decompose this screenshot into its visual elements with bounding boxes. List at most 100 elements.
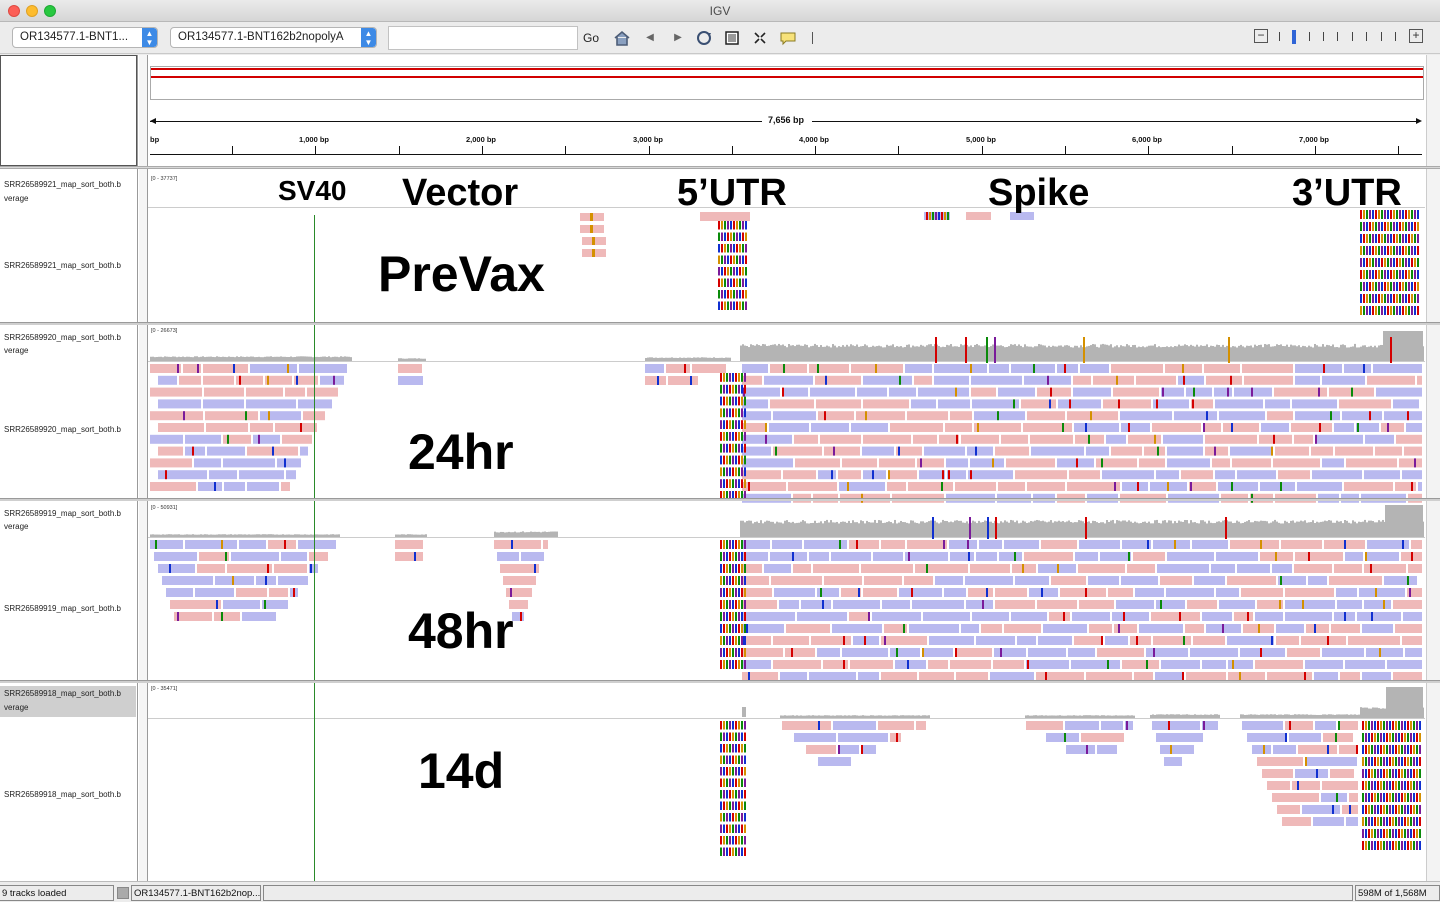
popup-info-icon[interactable] — [779, 30, 797, 46]
coverage-bar — [854, 522, 856, 537]
locus-input[interactable] — [388, 26, 578, 50]
mismatch-mark — [1368, 745, 1370, 754]
coverage-baseline — [148, 718, 1425, 719]
resize-to-window-icon[interactable] — [724, 30, 740, 46]
coverage-bar — [896, 715, 898, 718]
coverage-bar — [290, 356, 292, 361]
track-name-coverage[interactable]: SRR26589918_map_sort_both.b — [0, 686, 136, 702]
mismatch-mark — [1386, 817, 1388, 826]
coverage-bar — [828, 522, 830, 537]
aligned-read — [890, 423, 943, 432]
mismatch-mark — [1366, 282, 1368, 291]
mismatch-mark — [1390, 306, 1392, 315]
mismatch-mark — [1389, 793, 1391, 802]
mismatch-mark — [1168, 721, 1170, 730]
mismatch-mark — [1404, 805, 1406, 814]
aligned-read — [922, 648, 953, 657]
aligned-read — [668, 376, 698, 385]
track-name-coverage-suffix[interactable]: verage — [4, 522, 136, 531]
mismatch-mark — [926, 212, 928, 220]
coverage-bar — [250, 534, 252, 537]
mismatch-mark — [1377, 733, 1379, 742]
mismatch-mark — [1401, 841, 1403, 850]
coverage-bar — [1018, 344, 1020, 361]
aligned-read — [205, 411, 258, 421]
mismatch-mark — [1297, 781, 1299, 790]
mismatch-mark — [729, 813, 731, 822]
track-name-reads[interactable]: SRR26589919_map_sort_both.b — [4, 604, 136, 613]
mismatch-mark — [791, 648, 793, 657]
go-button[interactable]: Go — [583, 31, 599, 45]
aligned-read — [881, 540, 905, 549]
track-name-coverage[interactable]: SRR26589920_map_sort_both.b — [4, 333, 136, 342]
mismatch-mark — [1408, 282, 1410, 291]
mismatch-mark — [1190, 482, 1192, 491]
coverage-bar — [1268, 344, 1270, 361]
aligned-read — [231, 552, 279, 561]
aligned-read — [1375, 446, 1402, 456]
track-name-coverage-suffix[interactable]: verage — [4, 194, 136, 203]
coverage-bar — [792, 715, 794, 718]
coverage-bar — [1206, 714, 1208, 718]
aligned-read — [158, 399, 201, 409]
coverage-bar — [1032, 521, 1034, 537]
coverage-bar — [308, 356, 310, 361]
coverage-bar — [1344, 520, 1346, 537]
mismatch-mark — [723, 420, 725, 429]
mismatch-mark — [1116, 375, 1118, 385]
coverage-bar — [500, 531, 502, 537]
zoom-in-icon[interactable]: + — [1409, 29, 1423, 43]
coverage-bar — [152, 534, 154, 537]
coverage-bar — [998, 523, 1000, 537]
forward-arrow-icon[interactable]: ▶ — [672, 30, 684, 46]
aligned-read — [861, 564, 913, 573]
coverage-bar — [1093, 715, 1095, 718]
track-name-reads[interactable]: SRR26589918_map_sort_both.b — [4, 790, 136, 799]
mismatch-mark — [1085, 423, 1087, 432]
coverage-bar — [1057, 715, 1059, 718]
zoom-slider-current[interactable] — [1292, 30, 1296, 44]
mismatch-mark — [169, 564, 171, 573]
coverage-bar — [1254, 344, 1256, 361]
track-name-coverage-suffix[interactable]: verage — [4, 346, 136, 355]
refresh-icon[interactable] — [695, 30, 713, 46]
mismatch-mark — [735, 420, 737, 429]
track-name-coverage[interactable]: SRR26589921_map_sort_both.b — [4, 180, 136, 189]
mismatch-mark — [1416, 817, 1418, 826]
track-name-reads[interactable]: SRR26589920_map_sort_both.b — [4, 425, 136, 434]
back-arrow-icon[interactable]: ◀ — [644, 30, 656, 46]
mismatch-mark — [729, 648, 731, 657]
mismatch-mark — [1381, 246, 1383, 255]
track-name-coverage-suffix[interactable]: verage — [0, 702, 136, 717]
mismatch-mark — [1395, 745, 1397, 754]
panel-divider[interactable] — [0, 322, 1440, 325]
track-name-reads[interactable]: SRR26589921_map_sort_both.b — [4, 261, 136, 270]
genome-dropdown[interactable]: OR134577.1-BNT1... ▲ ▼ — [12, 27, 158, 48]
coverage-bar — [522, 531, 524, 537]
home-icon[interactable] — [613, 30, 631, 46]
coverage-bar — [1270, 714, 1272, 718]
zoom-out-icon[interactable]: − — [1254, 29, 1268, 43]
coverage-bar — [1320, 521, 1322, 537]
mismatch-mark — [1413, 769, 1415, 778]
zoom-widget[interactable]: − + — [1254, 29, 1426, 45]
mismatch-mark — [1409, 588, 1411, 597]
coverage-bar — [1342, 344, 1344, 361]
track-name-coverage[interactable]: SRR26589919_map_sort_both.b — [4, 509, 136, 518]
aligned-read — [793, 564, 811, 573]
coverage-bar — [1282, 714, 1284, 718]
aligned-read — [199, 552, 229, 561]
aligned-read — [246, 399, 296, 409]
coverage-bar — [1060, 521, 1062, 537]
panel-divider[interactable] — [0, 680, 1440, 683]
region-of-interest-icon[interactable] — [752, 30, 768, 46]
chromosome-dropdown[interactable]: OR134577.1-BNT162b2nopolyA ▲ ▼ — [170, 27, 377, 48]
mismatch-mark — [724, 278, 726, 287]
panel-divider[interactable] — [0, 498, 1440, 501]
coverage-bar — [962, 345, 964, 361]
mismatch-mark — [736, 244, 738, 253]
aligned-read — [742, 540, 770, 549]
coverage-bar — [1184, 714, 1186, 718]
mismatch-mark — [1396, 222, 1398, 231]
mismatch-mark — [738, 540, 740, 549]
